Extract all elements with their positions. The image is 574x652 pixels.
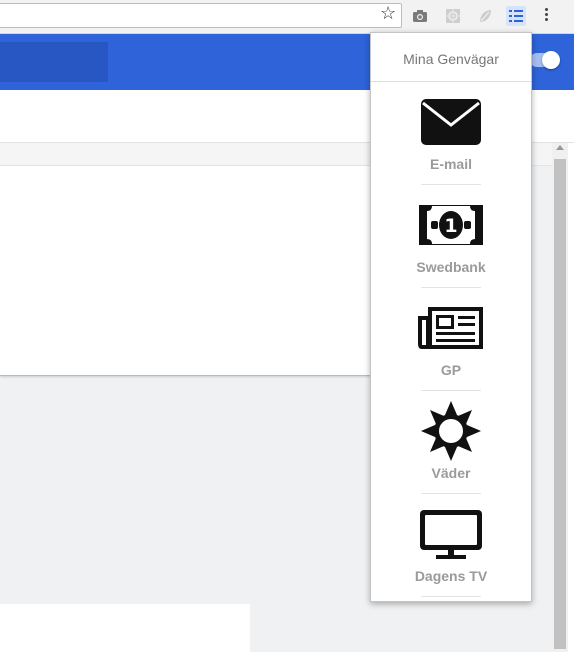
leaf-extension-icon[interactable] <box>475 6 495 26</box>
header-toggle[interactable] <box>530 51 560 69</box>
shortcut-swedbank[interactable]: 1 Swedbank <box>371 185 531 288</box>
shortcut-label: E-mail <box>429 156 472 172</box>
shortcut-dagens-tv[interactable]: Dagens TV <box>371 494 531 597</box>
grid-extension-icon[interactable] <box>443 6 463 26</box>
envelope-icon <box>413 94 489 150</box>
tv-icon <box>413 506 489 562</box>
shortcuts-popup: Mina Genvägar E-mail 1 Swedbank GP Väder… <box>370 32 532 602</box>
shortcut-label: Swedbank <box>416 259 486 275</box>
popup-title: Mina Genvägar <box>371 33 531 82</box>
bottom-card <box>0 604 250 652</box>
scroll-up-arrow-icon[interactable] <box>556 145 564 150</box>
divider <box>421 596 481 597</box>
content-card <box>0 166 372 376</box>
browser-menu-icon[interactable] <box>540 6 552 26</box>
shortcut-label: Väder <box>431 465 471 481</box>
toggle-knob <box>542 51 560 69</box>
shortcut-label: Dagens TV <box>414 568 488 584</box>
camera-extension-icon[interactable] <box>410 6 430 26</box>
shortcut-email[interactable]: E-mail <box>371 82 531 185</box>
shortcut-gp[interactable]: GP <box>371 288 531 391</box>
browser-toolbar: ☆ <box>0 0 574 34</box>
sun-icon <box>413 401 489 461</box>
svg-text:1: 1 <box>444 215 457 237</box>
shortcuts-extension-icon[interactable] <box>506 6 526 26</box>
banknote-icon: 1 <box>413 197 489 253</box>
page-right-edge <box>568 143 574 652</box>
shortcut-vader[interactable]: Väder <box>371 391 531 494</box>
scrollbar-thumb[interactable] <box>554 159 566 649</box>
newspaper-icon <box>413 300 489 356</box>
scrollbar[interactable] <box>552 143 568 652</box>
header-search-block[interactable] <box>0 42 108 82</box>
address-bar[interactable] <box>0 3 402 28</box>
shortcut-label: GP <box>440 362 462 378</box>
bookmark-star-icon[interactable]: ☆ <box>380 4 396 22</box>
